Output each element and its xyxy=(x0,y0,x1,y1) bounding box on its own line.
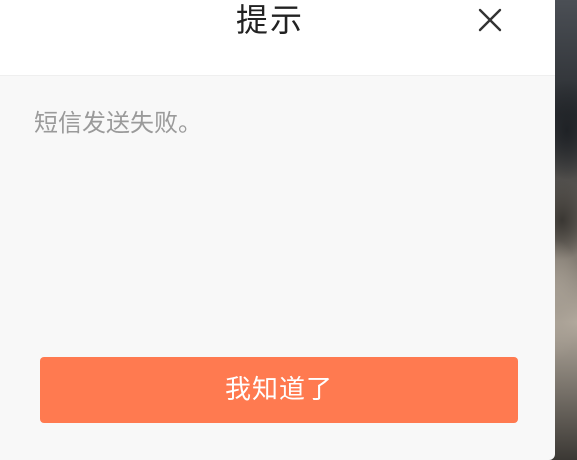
dialog-title: 提示 xyxy=(235,1,304,39)
close-icon xyxy=(478,8,502,32)
dialog-message: 短信发送失败。 xyxy=(34,109,202,137)
alert-dialog: 提示 短信发送失败。 我知道了 xyxy=(0,0,555,460)
confirm-button[interactable]: 我知道了 xyxy=(40,357,518,423)
dialog-header: 提示 xyxy=(0,0,555,76)
close-button[interactable] xyxy=(472,2,508,38)
